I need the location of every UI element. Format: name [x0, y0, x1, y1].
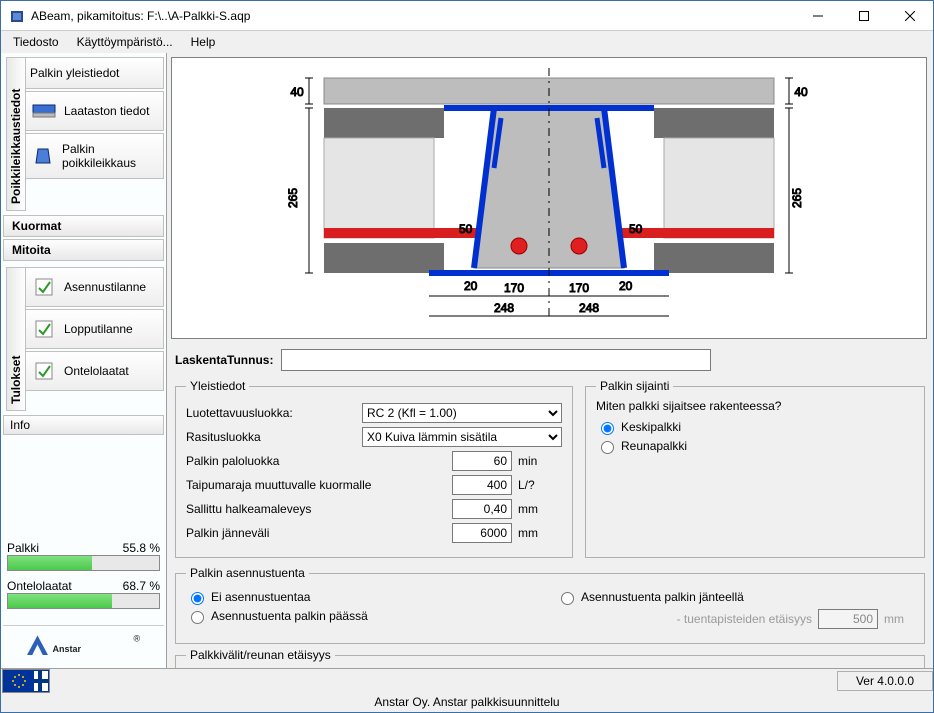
svg-text:40: 40: [290, 85, 304, 99]
jannevali-input[interactable]: [452, 523, 512, 543]
sijainti-question: Miten palkki sijaitsee rakenteessa?: [596, 399, 914, 413]
svg-text:170: 170: [504, 281, 524, 295]
nav-label: Palkin yleistiedot: [30, 66, 119, 80]
nav-ontelolaatat[interactable]: Ontelolaatat: [23, 351, 164, 391]
luotettavuus-label: Luotettavuusluokka:: [186, 406, 356, 420]
progress-palkki-label: Palkki: [7, 541, 39, 555]
paloluokka-unit: min: [518, 454, 548, 468]
nav-laataston-tiedot[interactable]: Laataston tiedot: [23, 91, 164, 131]
fieldset-yleistiedot: Yleistiedot Luotettavuusluokka: RC 2 (Kf…: [175, 379, 573, 558]
group-kuormat[interactable]: Kuormat: [3, 215, 164, 237]
menu-help[interactable]: Help: [183, 33, 224, 51]
radio-ei-asennustuentaa[interactable]: [191, 592, 204, 605]
eu-fi-flag-icon: [2, 669, 50, 693]
radio-janteella[interactable]: [561, 592, 574, 605]
radio-keskipalkki[interactable]: [601, 422, 614, 435]
maximize-button[interactable]: [841, 1, 887, 31]
legend-palkkivalit: Palkkivälit/reunan etäisyys: [186, 648, 335, 662]
fieldset-palkkivalit: Palkkivälit/reunan etäisyys Vasen puoli …: [175, 648, 925, 668]
svg-text:40: 40: [794, 85, 808, 99]
jannevali-label: Palkin jänneväli: [186, 526, 446, 540]
company-label: Anstar Oy. Anstar palkkisuunnittelu: [1, 693, 933, 711]
svg-text:248: 248: [579, 301, 599, 315]
fieldset-asennustuenta: Palkin asennustuenta Ei asennustuentaa A…: [175, 566, 925, 644]
svg-text:265: 265: [286, 188, 300, 208]
sidebar: Poikkileikkaustiedot − Palkin yleistiedo…: [1, 53, 167, 668]
nav-label: Asennustilanne: [64, 280, 146, 294]
group-tulokset[interactable]: Tulokset: [6, 267, 26, 411]
svg-text:50: 50: [459, 222, 473, 236]
halkeama-label: Sallittu halkeamaleveys: [186, 502, 446, 516]
group-mitoita[interactable]: Mitoita: [3, 239, 164, 261]
app-icon: [9, 8, 25, 24]
group-poikkileikkaustiedot[interactable]: Poikkileikkaustiedot: [6, 57, 26, 211]
radio-reunapalkki[interactable]: [601, 441, 614, 454]
nav-label: Laataston tiedot: [64, 104, 149, 118]
menu-tiedosto[interactable]: Tiedosto: [5, 33, 67, 51]
etaisyys-label: - tuentapisteiden etäisyys: [677, 612, 812, 626]
svg-text:265: 265: [790, 188, 804, 208]
nav-palkin-poikkileikkaus[interactable]: Palkin poikkileikkaus: [23, 133, 164, 179]
info-header[interactable]: Info: [3, 415, 164, 435]
etaisyys-unit: mm: [884, 612, 914, 626]
radio-paassa[interactable]: [191, 611, 204, 624]
luotettavuus-select[interactable]: RC 2 (Kfl = 1.00): [362, 403, 562, 423]
close-button[interactable]: [887, 1, 933, 31]
check-icon: [30, 318, 58, 340]
nav-lopputilanne[interactable]: Lopputilanne: [23, 309, 164, 349]
minimize-button[interactable]: [795, 1, 841, 31]
check-icon: [30, 360, 58, 382]
paloluokka-label: Palkin paloluokka: [186, 454, 446, 468]
progress-area: Palkki 55.8 % Ontelolaatat 68.7 %: [1, 535, 166, 623]
version-label: Ver 4.0.0.0: [837, 671, 933, 691]
nav-label: Ontelolaatat: [64, 364, 129, 378]
taipuma-label: Taipumaraja muuttuvalle kuormalle: [186, 478, 446, 492]
taipuma-input[interactable]: [452, 475, 512, 495]
rasitus-select[interactable]: X0 Kuiva lämmin sisätila: [362, 427, 562, 447]
section-icon: [30, 145, 56, 167]
progress-palkki-bar: [7, 555, 160, 571]
progress-ontelo-pct: 68.7 %: [123, 579, 160, 593]
halkeama-unit: mm: [518, 502, 548, 516]
paloluokka-input[interactable]: [452, 451, 512, 471]
window-title: ABeam, pikamitoitus: F:\..\A-Palkki-S.aq…: [31, 9, 795, 23]
taipuma-unit: L/?: [518, 478, 548, 492]
svg-text:170: 170: [569, 281, 589, 295]
rasitus-label: Rasitusluokka: [186, 430, 356, 444]
svg-text:Anstar: Anstar: [52, 644, 81, 654]
svg-text:50: 50: [629, 222, 643, 236]
svg-text:20: 20: [464, 279, 478, 293]
titlebar: ABeam, pikamitoitus: F:\..\A-Palkki-S.aq…: [1, 1, 933, 31]
progress-ontelo-bar: [7, 593, 160, 609]
legend-asennustuenta: Palkin asennustuenta: [186, 566, 309, 580]
progress-palkki-pct: 55.8 %: [123, 541, 160, 555]
progress-ontelo-label: Ontelolaatat: [7, 579, 72, 593]
menu-bar: Tiedosto Käyttöympäristö... Help: [1, 31, 933, 53]
cross-section-diagram: 40 40 265 265 50 50 20 20: [171, 57, 927, 339]
fieldset-sijainti: Palkin sijainti Miten palkki sijaitsee r…: [585, 379, 925, 558]
halkeama-input[interactable]: [452, 499, 512, 519]
etaisyys-input: [818, 609, 878, 629]
laskentatunnus-label: LaskentaTunnus:: [175, 353, 273, 367]
jannevali-unit: mm: [518, 526, 548, 540]
laskentatunnus-input[interactable]: [281, 349, 711, 371]
nav-label: Palkin poikkileikkaus: [62, 142, 157, 170]
legend-yleistiedot: Yleistiedot: [186, 379, 249, 393]
status-bar: Ver 4.0.0.0 Anstar Oy. Anstar palkkisuun…: [1, 668, 933, 712]
svg-text:248: 248: [494, 301, 514, 315]
check-icon: [30, 276, 58, 298]
slab-icon: [30, 100, 58, 122]
nav-asennustilanne[interactable]: Asennustilanne: [23, 267, 164, 307]
nav-palkin-yleistiedot[interactable]: Palkin yleistiedot: [23, 57, 164, 89]
anstar-logo: Anstar ®: [3, 625, 164, 666]
menu-kayttoymparisto[interactable]: Käyttöympäristö...: [69, 33, 181, 51]
svg-text:®: ®: [133, 634, 140, 644]
legend-sijainti: Palkin sijainti: [596, 379, 673, 393]
svg-text:20: 20: [619, 279, 633, 293]
nav-label: Lopputilanne: [64, 322, 133, 336]
